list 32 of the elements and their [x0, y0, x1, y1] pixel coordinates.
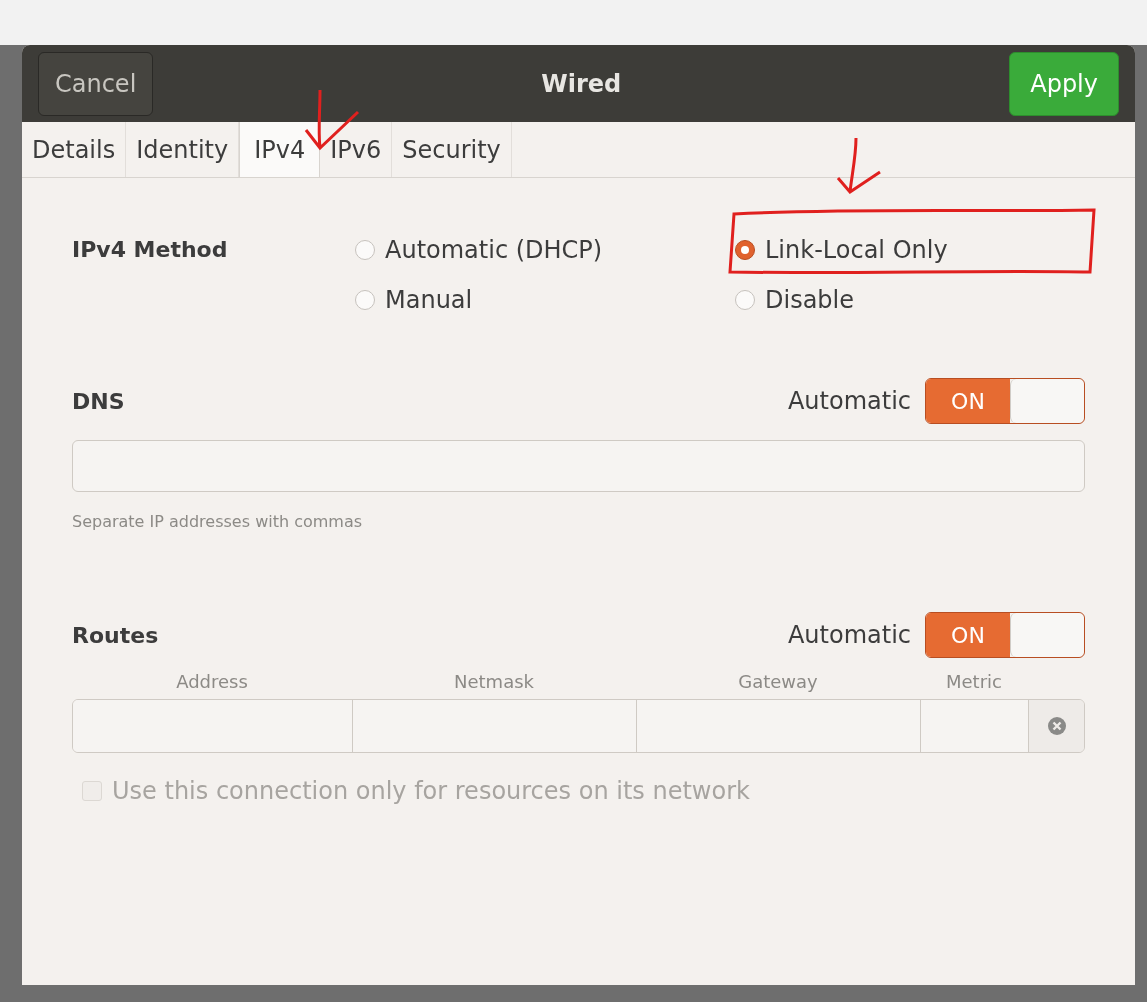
- clear-icon: [1047, 716, 1067, 736]
- dns-hint: Separate IP addresses with commas: [72, 511, 364, 533]
- routes-label: Routes: [72, 621, 159, 650]
- gateway-input-field[interactable]: [637, 700, 921, 752]
- cancel-button[interactable]: Cancel: [38, 51, 154, 116]
- dns-label: DNS: [72, 387, 125, 416]
- radio-button[interactable]: [355, 240, 375, 260]
- automatic-label: Automatic: [787, 386, 911, 417]
- netmask-input-field[interactable]: [353, 700, 637, 752]
- metric-input-field[interactable]: [921, 700, 1029, 752]
- column-header: Address: [176, 670, 248, 694]
- radio-button[interactable]: [735, 290, 755, 310]
- option-label: Manual: [385, 285, 473, 316]
- tab[interactable]: IPv6: [320, 122, 393, 177]
- column-header: Metric: [946, 670, 1002, 694]
- radio-button[interactable]: [735, 240, 755, 260]
- delete-route-button[interactable]: [1029, 700, 1084, 752]
- automatic-label: Automatic: [787, 620, 911, 651]
- address-input-field[interactable]: [73, 700, 353, 752]
- radio-button[interactable]: [355, 290, 375, 310]
- checkbox-label: Use this connection only for resources on its network: [112, 776, 750, 807]
- window-title: Wired: [541, 68, 622, 100]
- tab[interactable]: IPv4: [239, 122, 321, 177]
- dns-input-field[interactable]: [72, 440, 1085, 492]
- option-label: Link-Local Only: [765, 235, 948, 266]
- tab[interactable]: Details: [22, 122, 127, 177]
- option-label: Automatic (DHCP): [385, 235, 603, 266]
- option-label: Disable: [765, 285, 855, 316]
- method-label: IPv4 Method: [72, 236, 229, 264]
- column-header: Netmask: [454, 670, 534, 694]
- tab[interactable]: Security: [392, 122, 512, 177]
- column-header: Gateway: [738, 670, 818, 694]
